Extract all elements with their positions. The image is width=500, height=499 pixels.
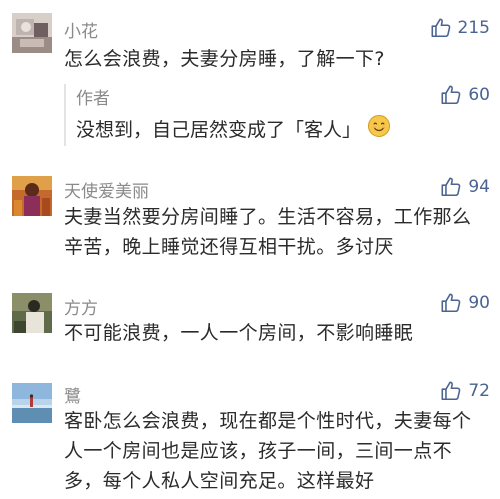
reply-author[interactable]: 作者: [76, 84, 110, 109]
comment-username[interactable]: 方方: [64, 294, 98, 319]
avatar[interactable]: [12, 293, 52, 333]
like-button[interactable]: 90: [440, 292, 490, 314]
reply-text-row: 没想到，自己居然变成了「客人」: [76, 114, 391, 145]
comment-item: 天使爱美丽 94 夫妻当然要分房间睡了。生活不容易，工作那么辛苦，晚上睡觉还得互…: [0, 170, 500, 286]
author-reply: 作者 60 没想到，自己居然变成了「客人」: [64, 84, 500, 148]
comment-item: 鷺 72 客卧怎么会浪费，现在都是个性时代，夫妻每个人一个房间也是应该，孩子一间…: [0, 374, 500, 499]
like-button[interactable]: 72: [440, 380, 490, 402]
comment-text: 不可能浪费，一人一个房间，不影响睡眠: [64, 322, 414, 344]
reply-divider: [64, 84, 66, 146]
reply-like-button[interactable]: 60: [440, 84, 490, 106]
comment-username[interactable]: 鷺: [64, 382, 81, 407]
comment-item: 小花 215 怎么会浪费，夫妻分房睡，了解一下? 作者 60 没想到，自己居然变…: [0, 0, 500, 170]
comment-text: 怎么会浪费，夫妻分房睡，了解一下?: [64, 48, 385, 70]
like-button[interactable]: 215: [430, 17, 490, 39]
comment-username[interactable]: 天使爱美丽: [64, 177, 149, 202]
like-count: 215: [457, 18, 490, 38]
smiling-face-emoji-icon: [367, 114, 391, 145]
thumbs-up-icon: [440, 176, 462, 198]
comment-text: 夫妻当然要分房间睡了。生活不容易，工作那么辛苦，晚上睡觉还得互相干扰。多讨厌: [64, 206, 472, 258]
like-count: 90: [468, 293, 490, 313]
like-count: 60: [468, 85, 490, 105]
like-count: 72: [468, 381, 490, 401]
avatar[interactable]: [12, 383, 52, 423]
like-button[interactable]: 94: [440, 176, 490, 198]
thumbs-up-icon: [440, 292, 462, 314]
comment-item: 方方 90 不可能浪费，一人一个房间，不影响睡眠: [0, 286, 500, 374]
avatar[interactable]: [12, 176, 52, 216]
thumbs-up-icon: [430, 17, 452, 39]
like-count: 94: [468, 177, 490, 197]
comment-text: 客卧怎么会浪费，现在都是个性时代，夫妻每个人一个房间也是应该，孩子一间，三间一点…: [64, 410, 472, 492]
reply-text: 没想到，自己居然变成了「客人」: [76, 118, 362, 141]
thumbs-up-icon: [440, 84, 462, 106]
thumbs-up-icon: [440, 380, 462, 402]
avatar[interactable]: [12, 13, 52, 53]
comment-username[interactable]: 小花: [64, 17, 98, 42]
